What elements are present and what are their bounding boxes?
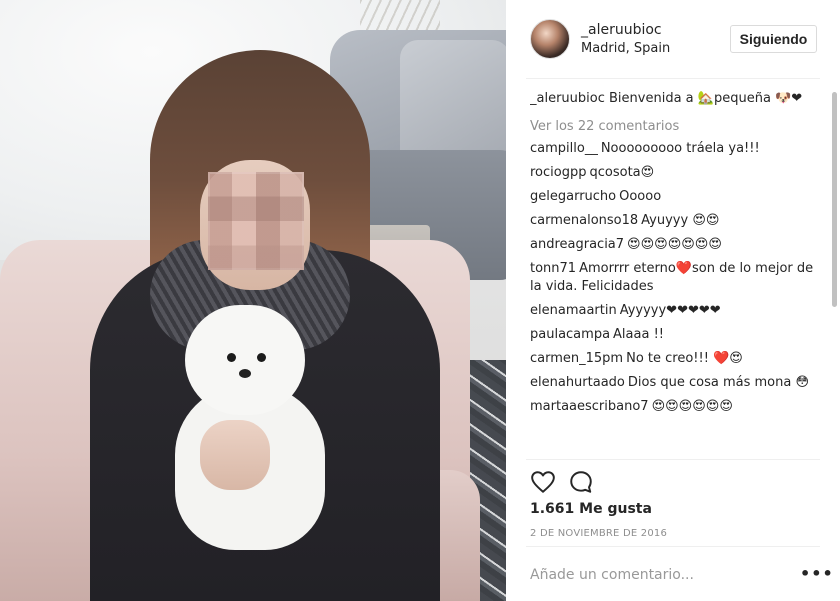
photo-person-hand bbox=[200, 420, 270, 490]
comment-text: Nooooooooo tráela ya!!! bbox=[600, 141, 760, 156]
comment-username[interactable]: elenamaartin bbox=[530, 303, 617, 318]
comment-icon[interactable] bbox=[568, 469, 594, 495]
comment-item: carmen_15pm No te creo!!! ❤️😍 bbox=[530, 350, 814, 368]
caption-username[interactable]: _aleruubioc bbox=[530, 91, 605, 106]
comment-text: qcosota😍 bbox=[589, 165, 655, 180]
comment-item: martaaescribano7 😍😍😍😍😍😍 bbox=[530, 398, 814, 416]
comment-item: paulacampa Alaaa !! bbox=[530, 326, 814, 344]
avatar[interactable] bbox=[530, 19, 570, 59]
comment-item: gelegarrucho Ooooo bbox=[530, 188, 814, 206]
comment-text: 😍😍😍😍😍😍 bbox=[651, 399, 733, 414]
comment-username[interactable]: elenahurtaado bbox=[530, 375, 625, 390]
comment-username[interactable]: carmen_15pm bbox=[530, 351, 623, 366]
comment-username[interactable]: martaaescribano7 bbox=[530, 399, 649, 414]
comment-item: carmenalonso18 Ayuyyy 😍😍 bbox=[530, 212, 814, 230]
comment-text: Ayyyyy❤❤❤❤❤ bbox=[619, 303, 721, 318]
comment-item: elenamaartin Ayyyyy❤❤❤❤❤ bbox=[530, 302, 814, 320]
comment-item: elenahurtaado Dios que cosa más mona 😳 bbox=[530, 374, 814, 392]
comments-list: _aleruubioc Bienvenida a 🏡pequeña 🐶❤ Ver… bbox=[530, 90, 814, 458]
comment-username[interactable]: andreagracia7 bbox=[530, 237, 624, 252]
comment-item: andreagracia7 😍😍😍😍😍😍😍 bbox=[530, 236, 814, 254]
post-username[interactable]: _aleruubioc bbox=[581, 22, 662, 38]
header-divider bbox=[526, 78, 820, 79]
comment-username[interactable]: tonn71 bbox=[530, 261, 576, 276]
post-photo[interactable] bbox=[0, 0, 506, 601]
caption-text: Bienvenida a 🏡pequeña 🐶❤ bbox=[609, 91, 803, 106]
comments-scrollbar[interactable] bbox=[832, 92, 837, 307]
heart-icon[interactable] bbox=[530, 469, 556, 495]
following-button[interactable]: Siguiendo bbox=[730, 25, 817, 53]
post-header: _aleruubioc Madrid, Spain Siguiendo bbox=[506, 0, 840, 78]
comment-item: campillo__ Nooooooooo tráela ya!!! bbox=[530, 140, 814, 158]
post-location[interactable]: Madrid, Spain bbox=[581, 41, 670, 56]
view-all-comments-link[interactable]: Ver los 22 comentarios bbox=[530, 118, 814, 136]
comment-username[interactable]: carmenalonso18 bbox=[530, 213, 638, 228]
add-comment-input[interactable] bbox=[530, 563, 780, 587]
comment-text: Ayuyyy 😍😍 bbox=[641, 213, 720, 228]
post-caption: _aleruubioc Bienvenida a 🏡pequeña 🐶❤ bbox=[530, 90, 814, 108]
comment-text: 😍😍😍😍😍😍😍 bbox=[627, 237, 722, 252]
comment-text: No te creo!!! ❤️😍 bbox=[626, 351, 743, 366]
likes-count[interactable]: 1.661 Me gusta bbox=[530, 501, 652, 517]
comment-username[interactable]: rociogpp bbox=[530, 165, 586, 180]
comment-items: campillo__ Nooooooooo tráela ya!!! rociogp… bbox=[530, 140, 814, 416]
comment-text: Alaaa !! bbox=[613, 327, 664, 342]
comment-username[interactable]: campillo__ bbox=[530, 141, 598, 156]
photo-pixelated-face bbox=[208, 172, 304, 270]
comment-username[interactable]: gelegarrucho bbox=[530, 189, 616, 204]
more-options-icon[interactable]: ••• bbox=[800, 564, 834, 583]
comment-item: tonn71 Amorrrr eterno❤️son de lo mejor de… bbox=[530, 260, 814, 296]
comment-text: Ooooo bbox=[619, 189, 662, 204]
comment-item: rociogpp qcosota😍 bbox=[530, 164, 814, 182]
post-date: 2 DE NOVIEMBRE DE 2016 bbox=[530, 528, 668, 539]
comment-username[interactable]: paulacampa bbox=[530, 327, 610, 342]
comment-text: Dios que cosa más mona 😳 bbox=[627, 375, 809, 390]
comments-divider bbox=[526, 459, 820, 460]
footer-divider bbox=[526, 546, 820, 547]
post-side-panel: _aleruubioc Madrid, Spain Siguiendo _ale… bbox=[506, 0, 840, 601]
